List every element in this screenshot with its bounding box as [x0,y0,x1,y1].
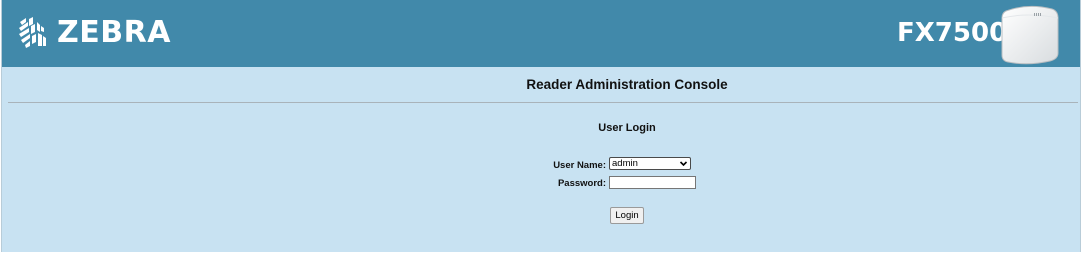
user-name-select[interactable]: admin [609,157,691,170]
brand-name: ZEBRA [57,15,171,50]
model-name: FX7500 [897,18,1008,48]
rfid-reader-device-icon [1001,5,1059,65]
divider [8,102,1078,103]
user-name-selected-value: admin [612,158,638,169]
header-banner: ZEBRA FX7500 [2,0,1080,67]
login-heading: User Login [598,122,656,134]
brand-logo: ZEBRA [17,12,171,54]
console-title: Reader Administration Console [526,77,728,92]
user-name-label: User Name: [553,160,606,171]
password-field[interactable] [609,176,696,189]
login-button[interactable]: Login [610,207,644,224]
password-label: Password: [557,178,606,189]
chevron-down-icon [679,161,688,167]
zebra-head-logo-icon [19,17,46,48]
page-frame: ZEBRA FX7500 Reader Administration Conso… [1,0,1081,252]
